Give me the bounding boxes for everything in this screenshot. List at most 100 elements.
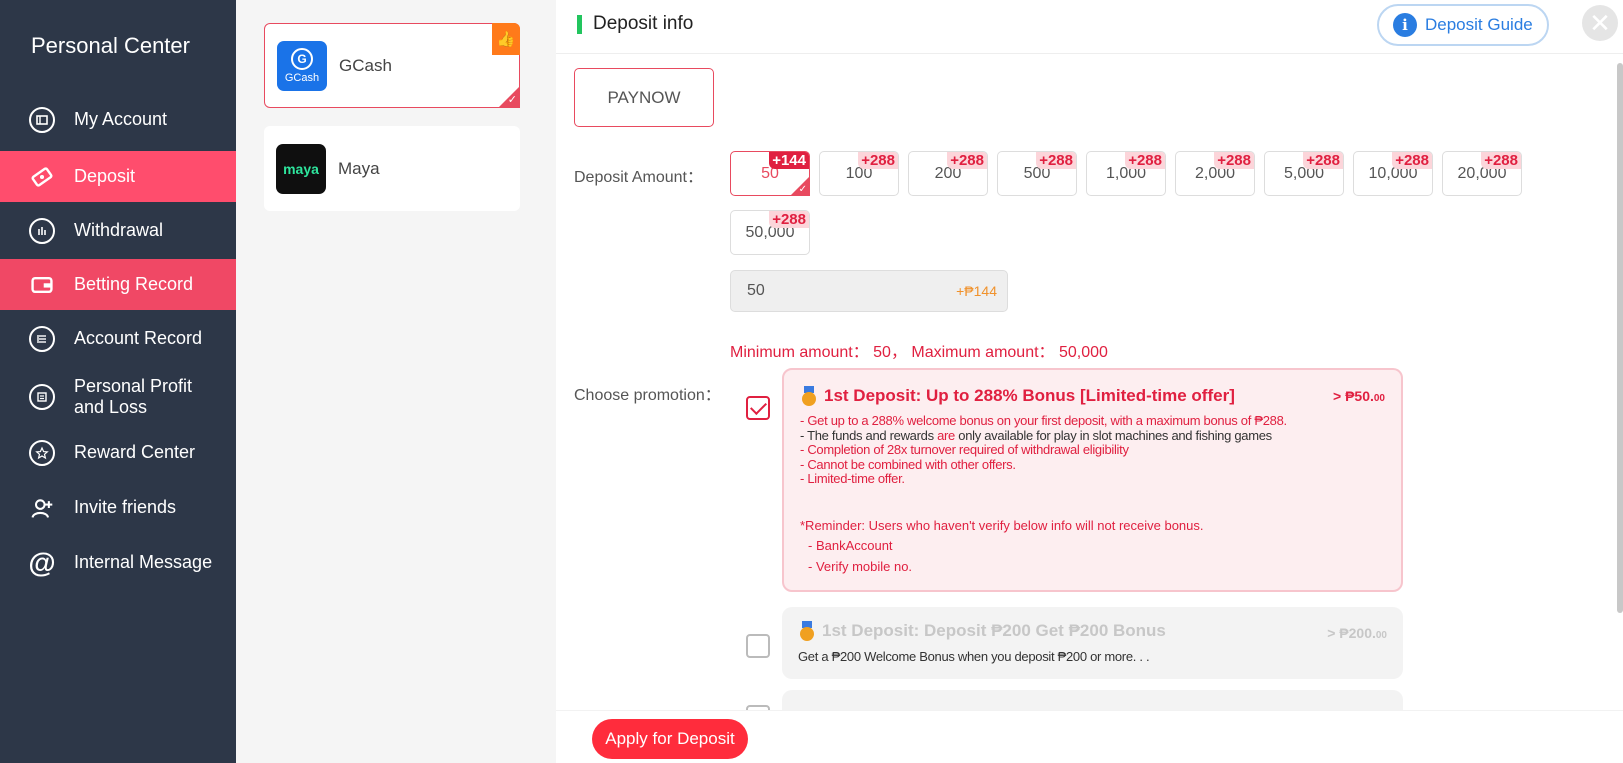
header-accent-bar xyxy=(577,15,582,34)
star-icon xyxy=(29,439,55,466)
promotion-checkbox-1[interactable] xyxy=(746,396,770,420)
deposit-guide-label: Deposit Guide xyxy=(1425,15,1533,34)
check-icon: ✓ xyxy=(798,184,807,195)
promotion-term-line: - Get up to a 288% welcome bonus on your… xyxy=(800,413,1287,428)
gcash-g-icon: G xyxy=(291,47,313,70)
sidebar-item-label: Invite friends xyxy=(74,497,177,517)
sidebar-item-label: Internal Message xyxy=(74,552,213,572)
sidebar-item-reward-center[interactable]: Reward Center xyxy=(0,427,236,478)
medal-icon xyxy=(800,386,818,406)
sidebar-item-label: Withdrawal xyxy=(74,220,164,240)
check-icon: ✓ xyxy=(507,94,517,106)
promotion-reminder: *Reminder: Users who haven't verify belo… xyxy=(800,518,1204,533)
promotion-price-main: > ₱50. xyxy=(1333,388,1374,404)
report-icon xyxy=(29,384,55,410)
promotion-checkbox-2[interactable] xyxy=(746,634,770,658)
sidebar-item-internal-message[interactable]: @ Internal Message xyxy=(0,537,236,588)
bonus-badge: +288 xyxy=(1481,152,1521,169)
apply-for-deposit-button[interactable]: Apply for Deposit xyxy=(592,719,748,759)
promotion-card-1[interactable]: 1st Deposit: Up to 288% Bonus [Limited-t… xyxy=(782,368,1403,592)
bonus-badge: +288 xyxy=(1392,152,1432,169)
promotion-price-cents: 00 xyxy=(1375,630,1387,641)
deposit-amount-label: Deposit Amount： xyxy=(574,169,703,186)
thumbs-up-icon: 👍 xyxy=(492,23,520,55)
sidebar-item-deposit[interactable]: Deposit xyxy=(0,151,236,202)
promotion-price-cents: 00 xyxy=(1373,393,1385,404)
sidebar-item-invite-friends[interactable]: Invite friends xyxy=(0,482,236,533)
user-add-icon xyxy=(29,495,55,521)
list-icon xyxy=(29,325,55,352)
footer-bar: Apply for Deposit xyxy=(556,710,1623,763)
deposit-bonus-preview: +₱144 xyxy=(956,283,997,299)
term-text-highlight: are xyxy=(937,427,955,443)
sidebar: Personal Center My Account Deposit Withd… xyxy=(0,0,236,763)
channel-card-gcash[interactable]: G GCash GCash 👍 ✓ xyxy=(264,23,520,108)
deposit-amount-value: 50 xyxy=(747,282,765,299)
promotion-title-text: 1st Deposit: Deposit ₱200 Get ₱200 Bonus xyxy=(822,621,1166,640)
maya-logo: maya xyxy=(276,143,326,194)
promotion-card-2[interactable]: 1st Deposit: Deposit ₱200 Get ₱200 Bonus… xyxy=(782,607,1403,679)
bonus-badge: +288 xyxy=(1303,152,1343,169)
channel-name: GCash xyxy=(339,55,392,75)
amount-limits-text: Minimum amount： 50， Maximum amount： 50,0… xyxy=(730,344,1108,361)
promotion-title-text: 1st Deposit: Up to 288% Bonus [Limited-t… xyxy=(824,386,1235,405)
bonus-badge: +288 xyxy=(1214,152,1254,169)
maya-logo-text: maya xyxy=(283,160,319,177)
promotion-min-deposit: > ₱200.00 xyxy=(1327,625,1387,641)
bars-icon xyxy=(29,217,55,244)
gcash-logo-text: GCash xyxy=(284,71,320,84)
sidebar-item-label: Personal Profit and Loss xyxy=(74,376,193,417)
promotion-term-line: - Completion of 28x turnover required of… xyxy=(800,442,1129,457)
requirement-mobile: - Verify mobile no. xyxy=(808,559,913,574)
panel-header: Deposit info i Deposit Guide ✕ xyxy=(556,0,1623,54)
amount-option-500[interactable]: 500 +288 xyxy=(997,151,1077,196)
promotion-price-main: > ₱200. xyxy=(1327,625,1376,641)
sidebar-item-label: Account Record xyxy=(74,328,203,348)
deposit-guide-button[interactable]: i Deposit Guide xyxy=(1377,4,1549,46)
scrollbar[interactable] xyxy=(1617,63,1623,613)
payment-method-paynow[interactable]: PAYNOW xyxy=(574,68,714,127)
channel-name: Maya xyxy=(338,158,380,178)
amount-option-5000[interactable]: 5,000 +288 xyxy=(1264,151,1344,196)
sidebar-item-profit-loss[interactable]: Personal Profit and Loss xyxy=(0,370,236,424)
bonus-badge: +288 xyxy=(858,152,898,169)
term-text: - The funds and rewards xyxy=(800,427,934,443)
promotion-term-line: - Limited-time offer. xyxy=(800,471,905,486)
promotion-terms: - Get up to a 288% welcome bonus on your… xyxy=(800,413,1300,487)
sidebar-item-betting-record[interactable]: Betting Record xyxy=(0,259,236,310)
sidebar-item-withdrawal[interactable]: Withdrawal xyxy=(0,205,236,256)
sidebar-item-label: Reward Center xyxy=(74,442,196,462)
deposit-amount-input[interactable]: 50 +₱144 xyxy=(730,270,1008,312)
amount-option-100[interactable]: 100 +288 xyxy=(819,151,899,196)
wallet-icon xyxy=(29,106,55,133)
amount-option-1000[interactable]: 1,000 +288 xyxy=(1086,151,1166,196)
term-text: only available for play in slot machines… xyxy=(958,427,1272,443)
card-icon xyxy=(29,272,55,298)
sidebar-item-label: Deposit xyxy=(74,166,136,186)
close-icon[interactable]: ✕ xyxy=(1582,5,1618,41)
channel-card-maya[interactable]: maya Maya xyxy=(264,126,520,211)
requirement-bank-account: - BankAccount xyxy=(808,538,893,553)
ticket-icon xyxy=(29,164,55,190)
amount-option-50000[interactable]: 50,000 +288 xyxy=(730,210,810,255)
bonus-badge: +288 xyxy=(1036,152,1076,169)
amount-option-2000[interactable]: 2,000 +288 xyxy=(1175,151,1255,196)
sidebar-item-label: Betting Record xyxy=(74,274,194,294)
sidebar-item-account-record[interactable]: Account Record xyxy=(0,313,236,364)
medal-icon xyxy=(798,621,816,641)
sidebar-item-my-account[interactable]: My Account xyxy=(0,94,236,145)
promotion-min-deposit: > ₱50.00 xyxy=(1333,388,1385,404)
gcash-logo: G GCash xyxy=(277,40,327,91)
at-icon: @ xyxy=(28,546,56,578)
choose-promotion-label: Choose promotion： xyxy=(574,387,721,404)
promotion-title: 1st Deposit: Up to 288% Bonus [Limited-t… xyxy=(800,386,1235,406)
amount-option-10000[interactable]: 10,000 +288 xyxy=(1353,151,1433,196)
amount-option-20000[interactable]: 20,000 +288 xyxy=(1442,151,1522,196)
promotion-description: Get a ₱200 Welcome Bonus when you deposi… xyxy=(798,649,1150,664)
sidebar-title: Personal Center xyxy=(31,33,190,58)
deposit-panel: Deposit info i Deposit Guide ✕ PAYNOW De… xyxy=(556,0,1623,763)
bonus-badge: +288 xyxy=(947,152,987,169)
page-title: Deposit info xyxy=(593,13,694,34)
amount-option-50[interactable]: 50 +144 ✓ xyxy=(730,151,810,196)
amount-option-200[interactable]: 200 +288 xyxy=(908,151,988,196)
